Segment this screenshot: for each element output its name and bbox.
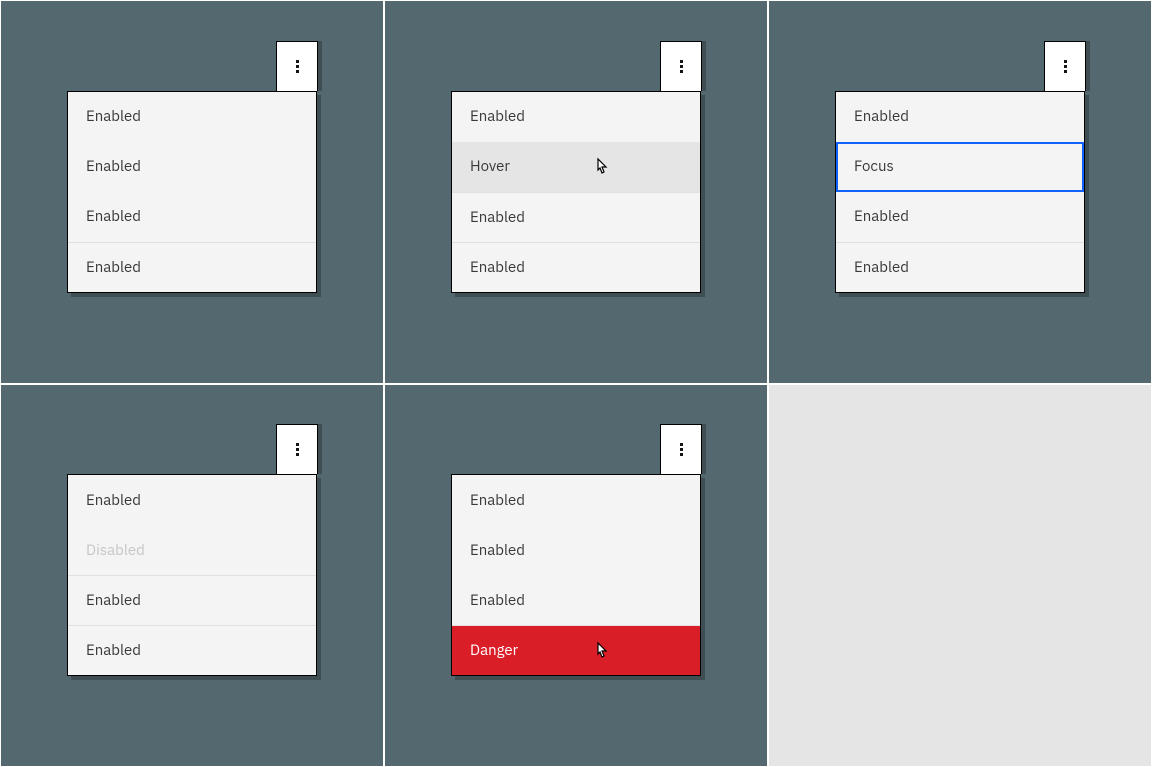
overflow-menu-button[interactable] (276, 41, 318, 91)
panel-focus: Enabled Focus Enabled Enabled (768, 0, 1152, 384)
menu-wrapper: Enabled Enabled Enabled Danger (451, 474, 701, 676)
overflow-menu-button[interactable] (660, 41, 702, 91)
menu-item-focus[interactable]: Focus (836, 142, 1084, 192)
menu-item-enabled[interactable]: Enabled (68, 192, 316, 242)
menu-item-enabled[interactable]: Enabled (452, 242, 700, 292)
pointer-cursor-icon (592, 156, 612, 178)
menu-wrapper: Enabled Hover Enabled Enabled (451, 91, 701, 293)
overflow-menu: Enabled Enabled Enabled Enabled (67, 91, 317, 293)
overflow-icon (296, 443, 299, 456)
pointer-cursor-icon (592, 640, 612, 662)
menu-wrapper: Enabled Disabled Enabled Enabled (67, 474, 317, 676)
menu-item-disabled: Disabled (68, 525, 316, 575)
menu-item-enabled[interactable]: Enabled (68, 475, 316, 525)
menu-item-enabled[interactable]: Enabled (68, 142, 316, 192)
menu-wrapper: Enabled Enabled Enabled Enabled (67, 91, 317, 293)
panel-danger: Enabled Enabled Enabled Danger (384, 384, 768, 767)
menu-item-label: Hover (470, 157, 510, 176)
overflow-icon (680, 443, 683, 456)
menu-item-enabled[interactable]: Enabled (836, 192, 1084, 242)
panel-empty (768, 384, 1152, 767)
menu-item-enabled[interactable]: Enabled (68, 625, 316, 675)
menu-item-enabled[interactable]: Enabled (452, 475, 700, 525)
menu-item-enabled[interactable]: Enabled (836, 242, 1084, 292)
overflow-menu-button[interactable] (660, 424, 702, 474)
panel-disabled: Enabled Disabled Enabled Enabled (0, 384, 384, 767)
panel-hover: Enabled Hover Enabled Enabled (384, 0, 768, 384)
overflow-menu-button[interactable] (276, 424, 318, 474)
menu-item-enabled[interactable]: Enabled (452, 192, 700, 242)
menu-wrapper: Enabled Focus Enabled Enabled (835, 91, 1085, 293)
overflow-menu: Enabled Disabled Enabled Enabled (67, 474, 317, 676)
overflow-icon (296, 60, 299, 73)
overflow-menu-button[interactable] (1044, 41, 1086, 91)
menu-item-enabled[interactable]: Enabled (452, 575, 700, 625)
menu-item-enabled[interactable]: Enabled (452, 92, 700, 142)
overflow-menu: Enabled Enabled Enabled Danger (451, 474, 701, 676)
overflow-menu: Enabled Focus Enabled Enabled (835, 91, 1085, 293)
overflow-menu: Enabled Hover Enabled Enabled (451, 91, 701, 293)
overflow-icon (1064, 60, 1067, 73)
menu-item-hover[interactable]: Hover (452, 142, 700, 192)
menu-item-enabled[interactable]: Enabled (68, 242, 316, 292)
menu-item-enabled[interactable]: Enabled (68, 92, 316, 142)
overflow-icon (680, 60, 683, 73)
menu-item-enabled[interactable]: Enabled (68, 575, 316, 625)
menu-item-enabled[interactable]: Enabled (836, 92, 1084, 142)
panel-default: Enabled Enabled Enabled Enabled (0, 0, 384, 384)
menu-item-danger[interactable]: Danger (452, 625, 700, 675)
menu-item-enabled[interactable]: Enabled (452, 525, 700, 575)
menu-item-label: Danger (470, 641, 518, 660)
